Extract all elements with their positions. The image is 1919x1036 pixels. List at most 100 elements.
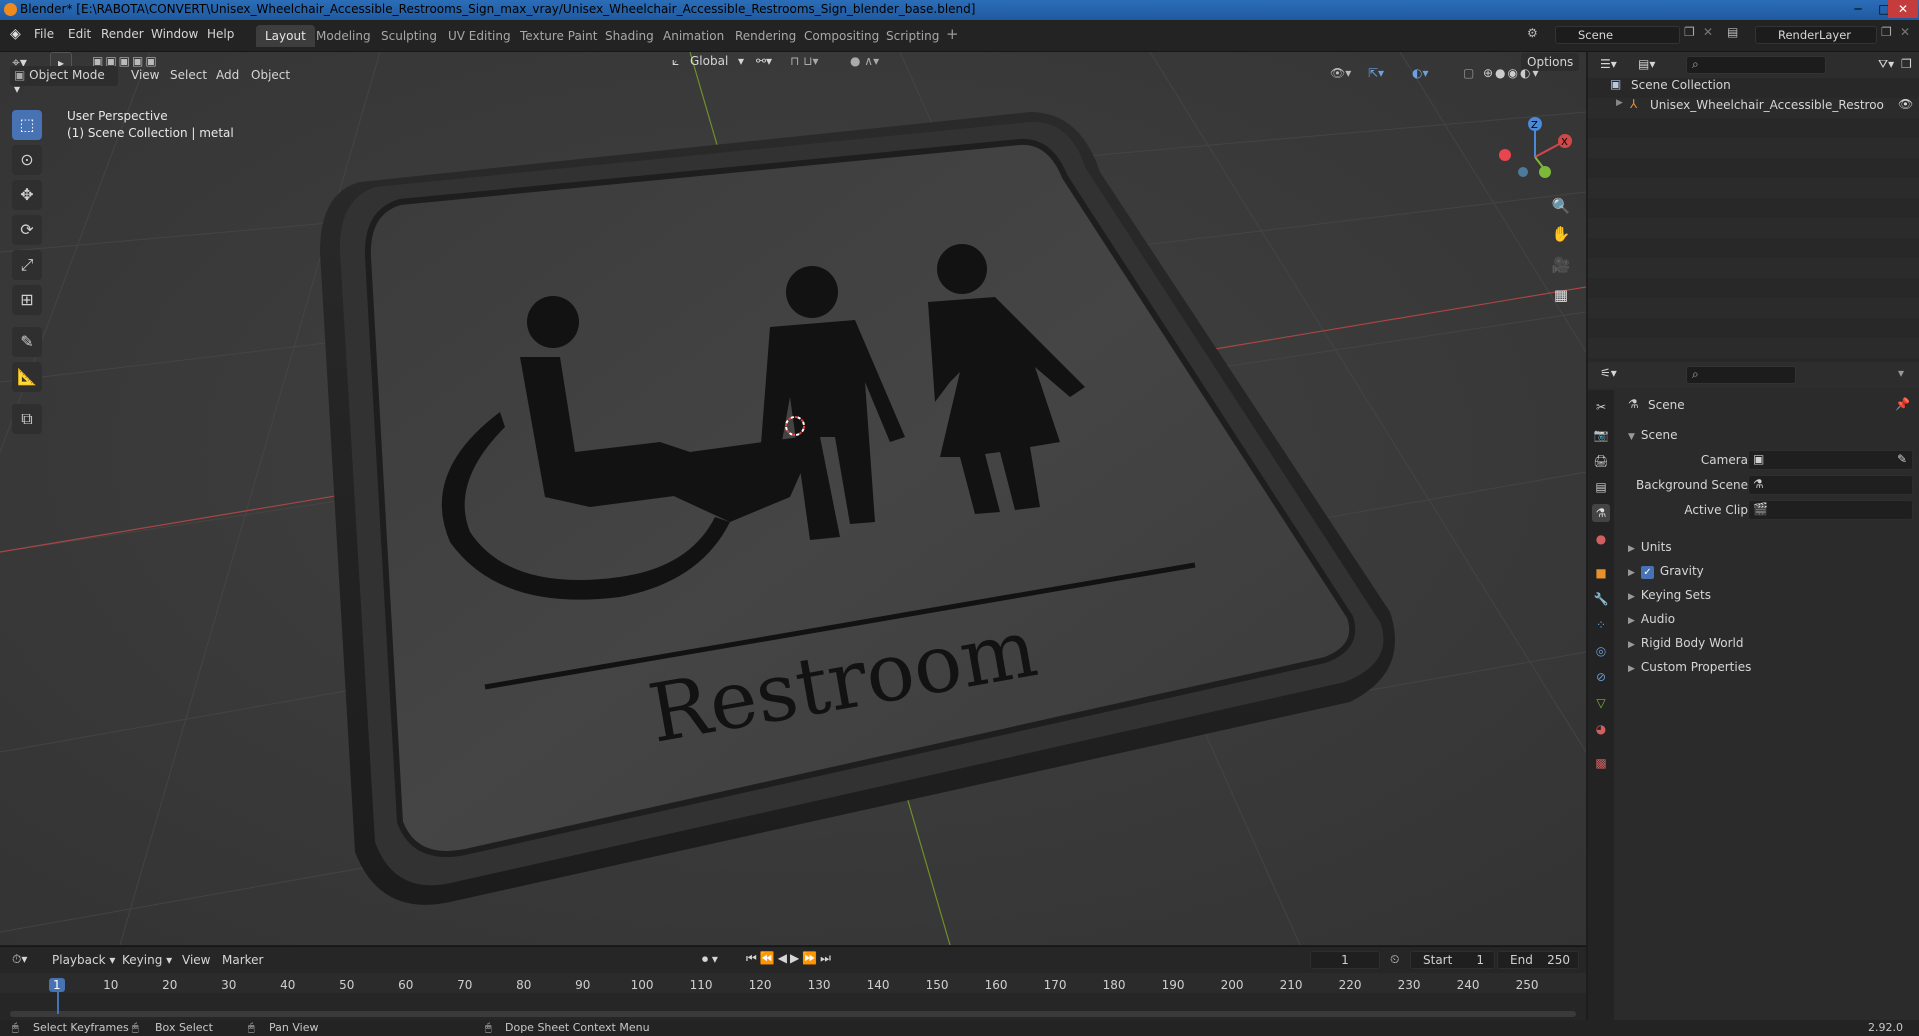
output-tab-icon[interactable]: 🖨	[1592, 452, 1610, 470]
render-tab-icon[interactable]: 📷	[1592, 426, 1610, 444]
tab-compositing[interactable]: Compositing	[795, 25, 888, 47]
material-tab-icon[interactable]: ◕	[1592, 720, 1610, 738]
add-workspace-button[interactable]: +	[946, 25, 959, 43]
snapping-icon[interactable]: ⊓ ⊔▾	[790, 54, 819, 68]
scene-tab-icon[interactable]: ⚗	[1592, 504, 1610, 522]
gizmo-toggle-icon[interactable]: ⇱▾	[1368, 66, 1384, 80]
playback-menu[interactable]: Playback ▾	[52, 953, 115, 967]
custom-properties-section[interactable]: ▶ Custom Properties	[1628, 660, 1751, 674]
scene-browse-icon[interactable]: ⚙	[1527, 26, 1538, 40]
current-frame-field[interactable]: 1	[1310, 951, 1380, 969]
tab-scripting[interactable]: Scripting	[877, 25, 948, 47]
keying-sets-section[interactable]: ▶ Keying Sets	[1628, 588, 1711, 602]
playhead-line[interactable]	[57, 992, 59, 1014]
start-frame-field[interactable]: Start 1	[1410, 951, 1495, 969]
props-options-chevron-icon[interactable]: ▾	[1898, 366, 1904, 380]
audio-section[interactable]: ▶ Audio	[1628, 612, 1675, 626]
keying-menu[interactable]: Keying ▾	[122, 953, 172, 967]
proportional-editing-icon[interactable]: ● ∧▾	[850, 54, 879, 68]
timeline-view-menu[interactable]: View	[182, 953, 210, 967]
camera-field[interactable]: ▣ ✎	[1748, 450, 1913, 470]
outliner-object-item[interactable]: Unisex_Wheelchair_Accessible_Restrooms_S	[1650, 98, 1885, 112]
view-layer-tab-icon[interactable]: ▤	[1592, 478, 1610, 496]
add-cube-tool-icon[interactable]: ⧉	[12, 404, 42, 434]
renderlayer-browse-icon[interactable]: ▤	[1727, 25, 1738, 39]
modifier-tab-icon[interactable]: 🔧	[1592, 590, 1610, 608]
menu-view[interactable]: View	[131, 68, 159, 82]
scale-tool-icon[interactable]: ⤢	[12, 250, 42, 280]
cursor-tool-icon[interactable]: ⊙	[12, 145, 42, 175]
tool-tab-icon[interactable]: ✂	[1592, 398, 1610, 416]
close-button[interactable]: ✕	[1888, 0, 1918, 18]
rotate-tool-icon[interactable]: ⟳	[12, 215, 42, 245]
properties-editor-icon[interactable]: ⚟▾	[1600, 366, 1617, 380]
renderlayer-delete-icon[interactable]: ✕	[1900, 25, 1910, 39]
tab-modeling[interactable]: Modeling	[307, 25, 380, 47]
camera-view-icon[interactable]: 🎥	[1549, 253, 1573, 277]
data-tab-icon[interactable]: ▽	[1592, 694, 1610, 712]
scene-panel-header[interactable]: ▼ Scene	[1628, 428, 1678, 442]
renderlayer-new-icon[interactable]: ❐	[1881, 25, 1892, 39]
pan-hand-icon[interactable]: ✋	[1549, 222, 1573, 246]
properties-search-input[interactable]	[1686, 366, 1796, 384]
world-tab-icon[interactable]: ●	[1592, 530, 1610, 548]
mode-selector[interactable]: ▣ Object Mode ▾	[10, 66, 118, 96]
orientation-dropdown[interactable]: Global	[690, 54, 728, 68]
preview-range-icon[interactable]: ⏲	[1390, 952, 1399, 967]
gravity-section[interactable]: ▶ ✓ Gravity	[1628, 564, 1704, 579]
minimize-button[interactable]: ─	[1844, 0, 1872, 18]
tab-layout[interactable]: Layout	[256, 25, 315, 47]
scene-collection-label[interactable]: Scene Collection	[1631, 78, 1731, 92]
texture-tab-icon[interactable]: ▩	[1592, 754, 1610, 772]
scene-new-icon[interactable]: ❐	[1684, 25, 1695, 39]
measure-tool-icon[interactable]: 📐	[12, 362, 42, 392]
physics-tab-icon[interactable]: ◎	[1592, 642, 1610, 660]
ortho-grid-icon[interactable]: ▦	[1549, 283, 1573, 307]
menu-add[interactable]: Add	[216, 68, 239, 82]
menu-file[interactable]: File	[34, 27, 54, 41]
record-button-icon[interactable]: ⏺ ▾	[702, 952, 718, 967]
filter-icon[interactable]: ⛛▾	[1878, 57, 1894, 72]
background-scene-field[interactable]: ⚗	[1748, 475, 1913, 495]
visibility-icon[interactable]: 👁▾	[1330, 66, 1351, 80]
timeline-editor-icon[interactable]: ⏱▾	[12, 952, 27, 967]
object-tab-icon[interactable]: ■	[1592, 564, 1610, 582]
menu-help[interactable]: Help	[207, 27, 234, 41]
overlay-toggle-icon[interactable]: ◐▾	[1412, 66, 1429, 80]
tab-sculpting[interactable]: Sculpting	[372, 25, 446, 47]
new-collection-icon[interactable]: ❐	[1901, 57, 1912, 71]
end-frame-field[interactable]: End 250	[1497, 951, 1579, 969]
gravity-checkbox[interactable]: ✓	[1640, 566, 1654, 579]
select-box-tool-icon[interactable]: ⬚	[12, 110, 42, 140]
pin-icon[interactable]: 📌	[1895, 397, 1910, 411]
shading-mode-icons[interactable]: ⊕●◉◐▾	[1483, 66, 1541, 80]
transform-tool-icon[interactable]: ⊞	[12, 285, 42, 315]
renderlayer-selector[interactable]: RenderLayer	[1755, 26, 1877, 44]
navigation-gizmo[interactable]: Z X	[1495, 112, 1575, 192]
particles-tab-icon[interactable]: ⁘	[1592, 616, 1610, 634]
menu-object[interactable]: Object	[251, 68, 290, 82]
scene-delete-icon[interactable]: ✕	[1703, 25, 1713, 39]
menu-select[interactable]: Select	[170, 68, 207, 82]
menu-edit[interactable]: Edit	[68, 27, 91, 41]
tab-uv-editing[interactable]: UV Editing	[439, 25, 520, 47]
timeline-scrollbar[interactable]	[10, 1011, 1576, 1017]
annotate-tool-icon[interactable]: ✎	[12, 327, 42, 357]
visibility-eye-icon[interactable]: 👁	[1898, 97, 1913, 111]
xray-toggle-icon[interactable]: ▢	[1463, 66, 1474, 80]
3d-viewport[interactable]: Restroom ⌖▾ ▸ ▣▣▣▣▣ ⟀ Global ▾ ⚯▾ ⊓ ⊔▾ ●…	[0, 52, 1586, 945]
tab-rendering[interactable]: Rendering	[726, 25, 805, 47]
outliner-editor-icon[interactable]: ☰▾	[1600, 57, 1617, 71]
pivot-point-icon[interactable]: ⚯▾	[756, 54, 772, 68]
transform-orientation-icon[interactable]: ⟀	[672, 54, 679, 69]
expand-chevron-icon[interactable]: ▶	[1616, 98, 1623, 108]
blender-menu-icon[interactable]: ◈	[10, 26, 21, 42]
playback-controls-icons[interactable]: ⏮⏪◀▶⏩⏭	[746, 951, 834, 966]
zoom-icon[interactable]: 🔍	[1549, 194, 1573, 218]
units-section[interactable]: ▶ Units	[1628, 540, 1672, 554]
menu-window[interactable]: Window	[151, 27, 198, 41]
display-mode-icon[interactable]: ▤▾	[1638, 57, 1655, 71]
tab-texture-paint[interactable]: Texture Paint	[511, 25, 606, 47]
move-tool-icon[interactable]: ✥	[12, 180, 42, 210]
rigid-body-world-section[interactable]: ▶ Rigid Body World	[1628, 636, 1743, 650]
